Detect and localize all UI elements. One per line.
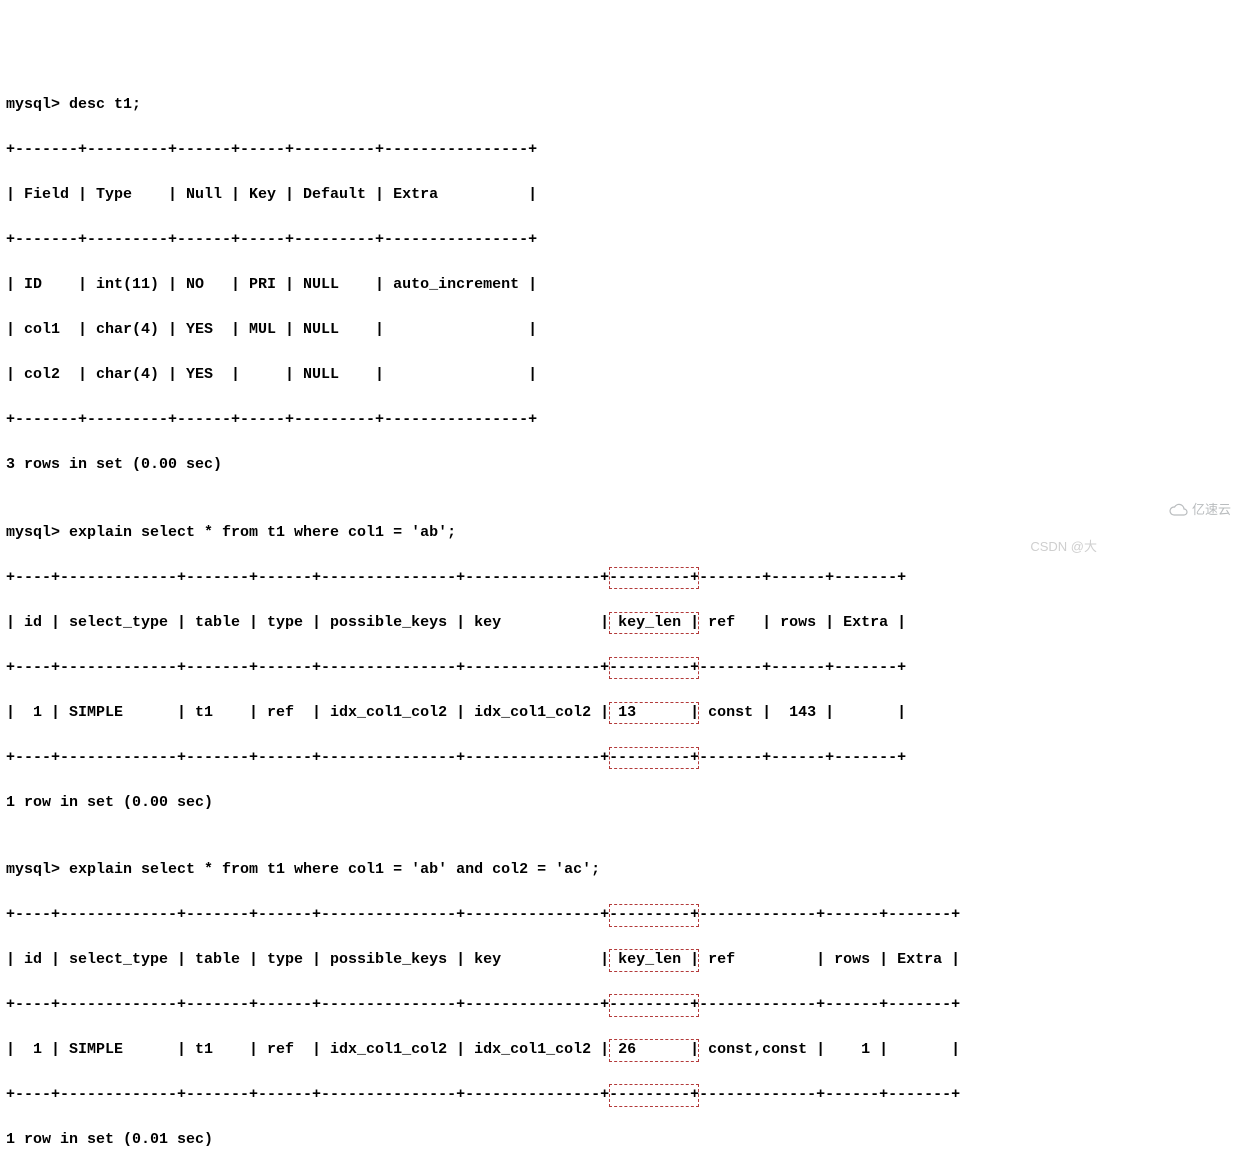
seg: | id | select_type | table | type | poss…: [6, 951, 609, 968]
seg: | 1 | SIMPLE | t1 | ref | idx_col1_col2 …: [6, 1041, 609, 1058]
yisu-watermark: 亿速云: [1168, 464, 1231, 556]
result-footer: 1 row in set (0.00 sec): [6, 792, 1231, 815]
cloud-icon: [1168, 464, 1188, 556]
seg: +----+-------------+-------+------+-----…: [6, 906, 609, 923]
keylen-highlight: key_len |: [609, 612, 699, 635]
table-row: | ID | int(11) | NO | PRI | NULL | auto_…: [6, 274, 1231, 297]
seg: ref | rows | Extra |: [699, 614, 906, 631]
keylen-highlight: 26 |: [609, 1039, 699, 1062]
seg: -------------+------+-------+: [699, 1086, 960, 1103]
seg: -------+------+-------+: [699, 659, 906, 676]
table-header: | id | select_type | table | type | poss…: [6, 949, 1231, 972]
seg: -------+------+-------+: [699, 569, 906, 586]
seg: -------------+------+-------+: [699, 996, 960, 1013]
table-border: +----+-------------+-------+------+-----…: [6, 657, 1231, 680]
keylen-highlight: ---------+: [609, 904, 699, 927]
table-border: +----+-------------+-------+------+-----…: [6, 994, 1231, 1017]
table-header: | Field | Type | Null | Key | Default | …: [6, 184, 1231, 207]
seg: const | 143 | |: [699, 704, 906, 721]
seg: +----+-------------+-------+------+-----…: [6, 749, 609, 766]
result-footer: 1 row in set (0.01 sec): [6, 1129, 1231, 1152]
seg: | id | select_type | table | type | poss…: [6, 614, 609, 631]
table-border: +----+-------------+-------+------+-----…: [6, 1084, 1231, 1107]
seg: -------+------+-------+: [699, 749, 906, 766]
table-row: | 1 | SIMPLE | t1 | ref | idx_col1_col2 …: [6, 702, 1231, 725]
seg: +----+-------------+-------+------+-----…: [6, 569, 609, 586]
table-border: +-------+---------+------+-----+--------…: [6, 139, 1231, 162]
table-row: | 1 | SIMPLE | t1 | ref | idx_col1_col2 …: [6, 1039, 1231, 1062]
table-border: +----+-------------+-------+------+-----…: [6, 747, 1231, 770]
table-header: | id | select_type | table | type | poss…: [6, 612, 1231, 635]
csdn-watermark: CSDN @大: [1030, 537, 1097, 557]
watermark-text: 亿速云: [1192, 500, 1231, 520]
terminal-line: mysql> desc t1;: [6, 94, 1231, 117]
keylen-highlight: ---------+: [609, 747, 699, 770]
seg: +----+-------------+-------+------+-----…: [6, 996, 609, 1013]
table-row: | col1 | char(4) | YES | MUL | NULL | |: [6, 319, 1231, 342]
keylen-highlight: key_len |: [609, 949, 699, 972]
result-footer: 3 rows in set (0.00 sec): [6, 454, 1231, 477]
seg: ref | rows | Extra |: [699, 951, 960, 968]
terminal-line: mysql> explain select * from t1 where co…: [6, 859, 1231, 882]
keylen-highlight: ---------+: [609, 994, 699, 1017]
keylen-highlight: 13 |: [609, 702, 699, 725]
seg: const,const | 1 | |: [699, 1041, 960, 1058]
table-border: +-------+---------+------+-----+--------…: [6, 409, 1231, 432]
table-border: +-------+---------+------+-----+--------…: [6, 229, 1231, 252]
keylen-highlight: ---------+: [609, 1084, 699, 1107]
seg: +----+-------------+-------+------+-----…: [6, 659, 609, 676]
keylen-highlight: ---------+: [609, 657, 699, 680]
seg: +----+-------------+-------+------+-----…: [6, 1086, 609, 1103]
table-border: +----+-------------+-------+------+-----…: [6, 904, 1231, 927]
seg: -------------+------+-------+: [699, 906, 960, 923]
seg: | 1 | SIMPLE | t1 | ref | idx_col1_col2 …: [6, 704, 609, 721]
table-row: | col2 | char(4) | YES | | NULL | |: [6, 364, 1231, 387]
